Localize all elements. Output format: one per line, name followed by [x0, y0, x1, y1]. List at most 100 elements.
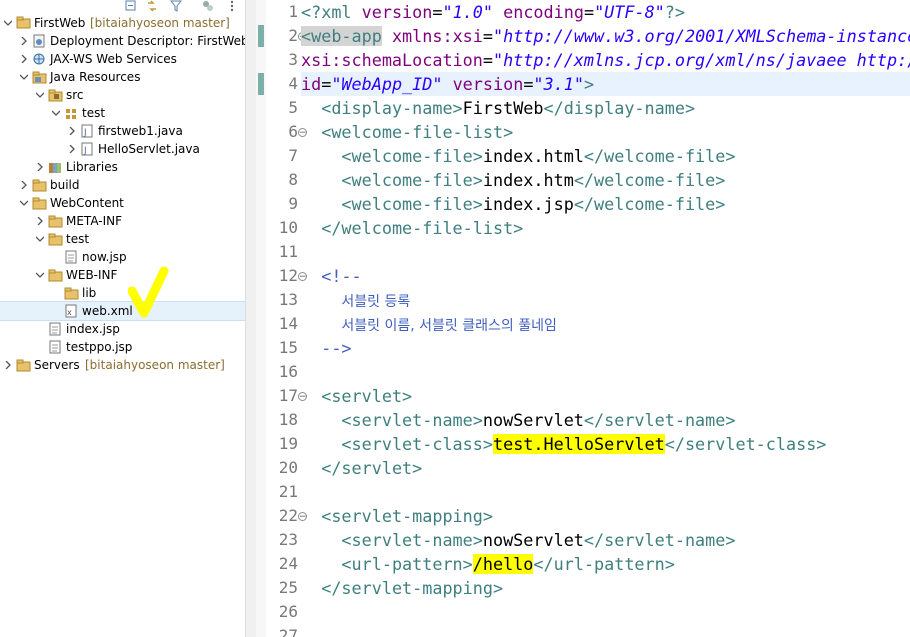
code-line-2: <web-app xmlns:xsi="http://www.w3.org/20…: [301, 24, 910, 48]
tag-close: </display-name>: [543, 98, 696, 118]
tree-item-label: WebContent: [50, 196, 124, 210]
tree-item-label: now.jsp: [82, 250, 127, 264]
chevron-down-icon[interactable]: [36, 235, 44, 243]
xml-file-icon: x: [65, 304, 77, 318]
tag-open: <servlet-name>: [341, 530, 483, 550]
tree-item[interactable]: WebContent: [0, 194, 245, 212]
chevron-right-icon[interactable]: [4, 361, 12, 369]
attr-name: version: [452, 74, 524, 94]
line-number: 27: [278, 626, 298, 637]
tree-item-label: src: [66, 88, 84, 102]
tag-bracket: <: [301, 26, 312, 46]
tag-open: <web-app: [301, 26, 382, 46]
attr-value: "1.0": [442, 2, 494, 22]
tree-item[interactable]: Servers [bitaiahyoseon master]: [0, 356, 245, 374]
line-number: 17: [278, 386, 298, 405]
attr-name: version: [361, 2, 433, 22]
link-with-editor-icon[interactable]: [146, 0, 158, 12]
chevron-right-icon[interactable]: [20, 37, 28, 45]
chevron-down-icon[interactable]: [4, 19, 12, 27]
tree-item[interactable]: test: [0, 104, 245, 122]
line-number: 7: [288, 146, 298, 165]
more-icon[interactable]: [226, 0, 238, 12]
tag-open: <servlet-class>: [341, 434, 493, 454]
attr-value: "http://xmlns.jcp.org/xml/ns/javaee http…: [492, 50, 910, 70]
line-number: 3: [288, 50, 298, 69]
line-number: 4: [288, 74, 298, 93]
tree-item[interactable]: now.jsp: [0, 248, 245, 266]
comment-close: -->: [321, 338, 352, 358]
chevron-down-icon[interactable]: [20, 199, 28, 207]
tree-item[interactable]: Libraries: [0, 158, 245, 176]
line-number: 23: [278, 530, 298, 549]
java-resources-icon: [32, 71, 47, 84]
checkmark-annotation-icon: [128, 266, 169, 318]
xml-editor[interactable]: 12−3456−789101112−1314151617−1819202122−…: [256, 0, 910, 637]
tag-open: <servlet-name>: [341, 410, 483, 430]
tree-item[interactable]: test: [0, 230, 245, 248]
chevron-right-icon[interactable]: [36, 217, 44, 225]
collapse-all-icon[interactable]: [125, 0, 137, 12]
element-text: FirstWeb: [462, 98, 544, 118]
folder-icon: [32, 179, 47, 192]
tree-item[interactable]: FirstWeb [bitaiahyoseon master]: [0, 14, 245, 32]
code-line-22: <servlet-mapping>: [301, 504, 493, 528]
tag-open: <welcome-file>: [341, 146, 483, 166]
attr-value: "3.1": [533, 74, 584, 94]
chevron-right-icon[interactable]: [36, 163, 44, 171]
tree-item[interactable]: src: [0, 86, 245, 104]
filter-icon[interactable]: [170, 0, 182, 12]
highlighted-url-pattern: /hello: [472, 554, 534, 574]
tree-item-label: Libraries: [66, 160, 118, 174]
source-folder-icon: [48, 89, 63, 102]
tree-item[interactable]: Deployment Descriptor: FirstWeb: [0, 32, 245, 50]
view-menu-icon[interactable]: [202, 0, 214, 12]
tree-item-label: test: [82, 106, 106, 120]
tree-item-label: JAX-WS Web Services: [50, 52, 177, 66]
tree-item[interactable]: testppo.jsp: [0, 338, 245, 356]
tag-open: <url-pattern>: [341, 554, 473, 574]
chevron-down-icon[interactable]: [20, 73, 28, 81]
chevron-down-icon[interactable]: [52, 109, 60, 117]
tag-bracket: >: [583, 74, 595, 94]
tree-item[interactable]: META-INF: [0, 212, 245, 230]
line-number-gutter: 12−3456−789101112−1314151617−1819202122−…: [266, 0, 307, 637]
chevron-right-icon[interactable]: [20, 181, 28, 189]
chevron-down-icon[interactable]: [36, 91, 44, 99]
chevron-right-icon[interactable]: [68, 127, 76, 135]
git-decoration: [bitaiahyoseon master]: [90, 16, 230, 30]
overview-ruler: [256, 0, 266, 637]
attr-name: encoding: [503, 2, 584, 22]
view-splitter[interactable]: [245, 0, 256, 637]
code-line-19: <servlet-class>test.HelloServlet</servle…: [301, 432, 826, 456]
folder-icon: [48, 233, 63, 246]
folder-icon: [32, 197, 47, 210]
chevron-right-icon[interactable]: [20, 55, 28, 63]
tag-name: web-app: [311, 26, 382, 46]
tree-item[interactable]: lib: [0, 284, 245, 302]
tag-close: </welcome-file-list>: [321, 218, 524, 238]
comment-text: 서블릿 등록: [341, 294, 411, 310]
tag-open: <servlet>: [321, 386, 413, 406]
tag-close: </servlet>: [321, 458, 423, 478]
tree-item-label: web.xml: [82, 304, 133, 318]
code-line-12: <!--: [301, 264, 361, 288]
code-line-4-current: id="WebApp_ID" version="3.1">: [301, 72, 910, 96]
tree-item[interactable]: WEB-INF: [0, 266, 245, 284]
chevron-down-icon[interactable]: [36, 271, 44, 279]
tree-item[interactable]: Jfirstweb1.java: [0, 122, 245, 140]
tree-item[interactable]: build: [0, 176, 245, 194]
tree-item[interactable]: J HelloServlet.java: [0, 140, 245, 158]
tree-item-label: WEB-INF: [66, 268, 118, 282]
line-number: 13: [278, 290, 298, 309]
tree-item[interactable]: JAX-WS Web Services: [0, 50, 245, 68]
line-number: 6: [288, 122, 298, 141]
chevron-right-icon[interactable]: [68, 145, 76, 153]
deployment-descriptor-icon: [33, 34, 45, 48]
tree-item[interactable]: index.jsp: [0, 320, 245, 338]
tree-item[interactable]: Java Resources: [0, 68, 245, 86]
tree-item-label: firstweb1.java: [98, 124, 183, 138]
pi-open: <?: [301, 2, 322, 22]
tree-item-label: META-INF: [66, 214, 123, 228]
tree-item[interactable]: x web.xml: [0, 301, 245, 321]
